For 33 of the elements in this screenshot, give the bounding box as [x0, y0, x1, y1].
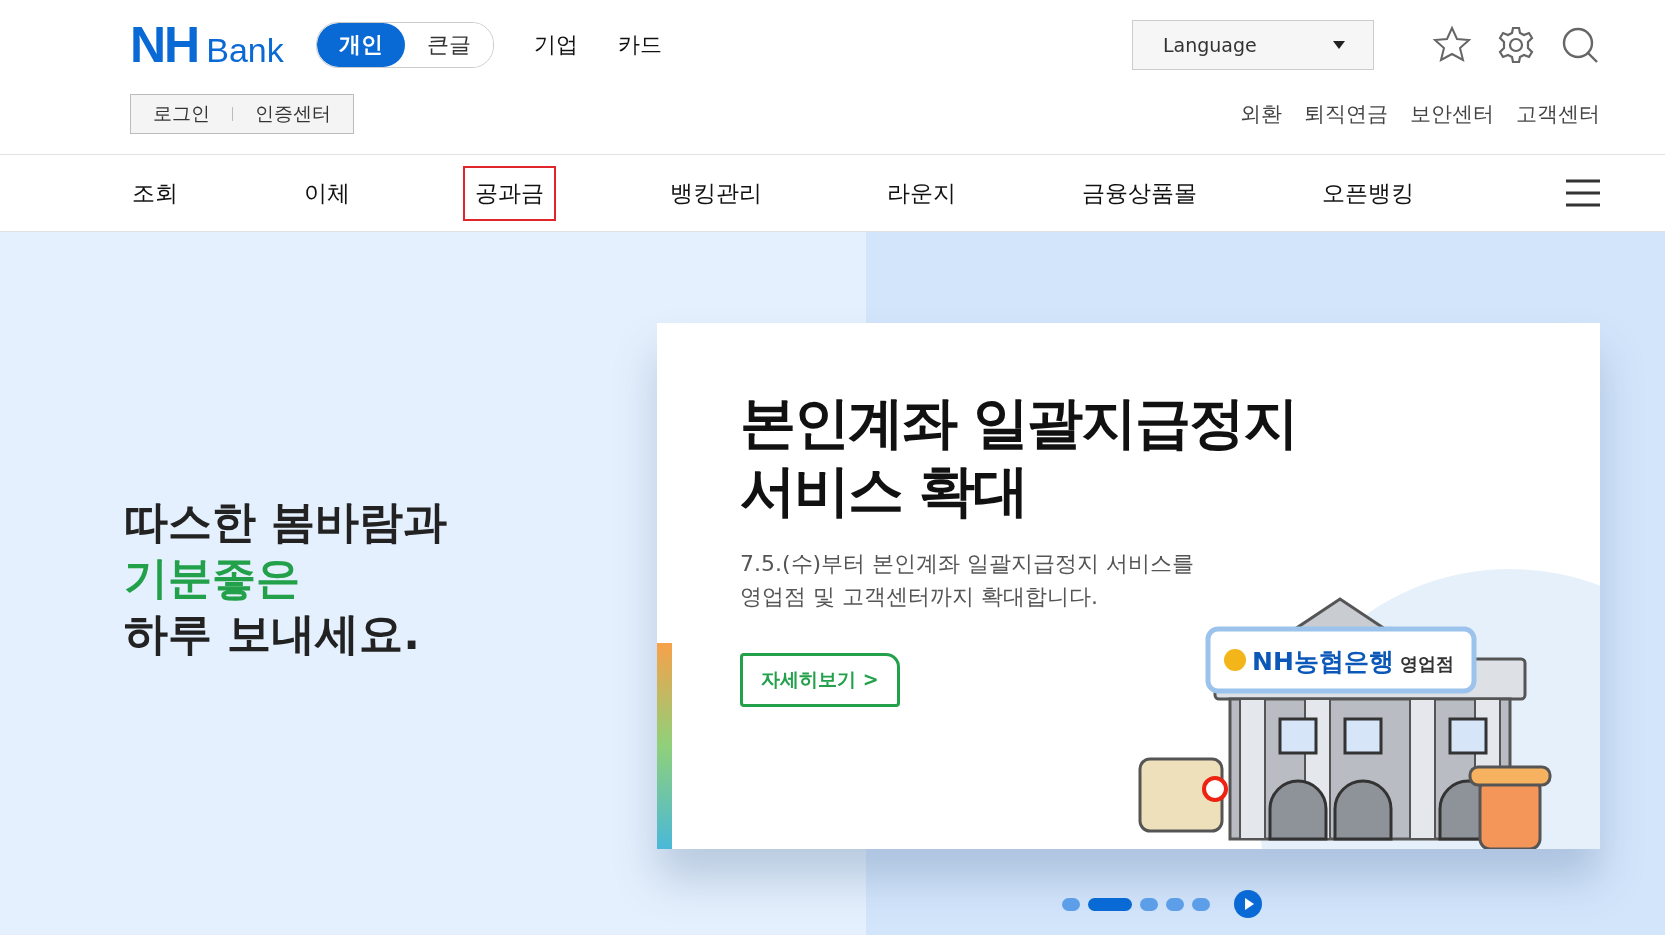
- sign-text: 영업점: [1400, 653, 1454, 674]
- banner-title: 본인계좌 일괄지급정지 서비스 확대: [740, 389, 1299, 525]
- greeting-text: 하루 보내세요.: [124, 607, 421, 661]
- nav-item[interactable]: 라운지: [875, 165, 968, 221]
- play-icon[interactable]: [1234, 890, 1262, 918]
- settings-icon[interactable]: [1496, 25, 1536, 65]
- nav-item[interactable]: 오픈뱅킹: [1310, 165, 1426, 221]
- logo-mark: NH: [130, 16, 199, 74]
- utility-link[interactable]: 외환: [1240, 100, 1282, 128]
- search-icon[interactable]: [1560, 25, 1600, 65]
- account-link[interactable]: 인증센터: [255, 101, 331, 127]
- utility-link[interactable]: 보안센터: [1410, 100, 1494, 128]
- menu-icon[interactable]: [1566, 179, 1600, 207]
- nav-item[interactable]: 이체: [291, 165, 362, 221]
- top-link[interactable]: 기업: [533, 30, 578, 60]
- logo[interactable]: NH Bank: [130, 16, 284, 74]
- logo-text: Bank: [206, 31, 284, 70]
- nav-item[interactable]: 공과금: [463, 165, 556, 221]
- nav-item[interactable]: 조회: [120, 165, 190, 221]
- sign-brand: NH농협은행: [1252, 647, 1394, 676]
- utility-link[interactable]: 퇴직연금: [1304, 100, 1388, 128]
- top-link[interactable]: 카드: [617, 30, 662, 60]
- greeting-text: 기분좋은: [124, 551, 300, 605]
- account-link[interactable]: 로그인: [153, 101, 210, 127]
- caret-icon: [1333, 41, 1345, 49]
- language-select[interactable]: Language: [1132, 20, 1374, 70]
- utility-link[interactable]: 고객센터: [1516, 100, 1600, 128]
- nav-item[interactable]: 금융상품몰: [1069, 165, 1209, 221]
- nav-item[interactable]: 뱅킹관리: [657, 165, 774, 221]
- banner-text: 7.5.(수)부터 본인계좌 일괄지급정지 서비스를 영업점 및 고객센터까지 확대합니다.: [740, 550, 1196, 611]
- bank-emblem-icon: [1224, 649, 1246, 671]
- greeting-text: 따스한 봄바람과: [124, 495, 448, 549]
- mode-tab[interactable]: 개인: [316, 23, 405, 67]
